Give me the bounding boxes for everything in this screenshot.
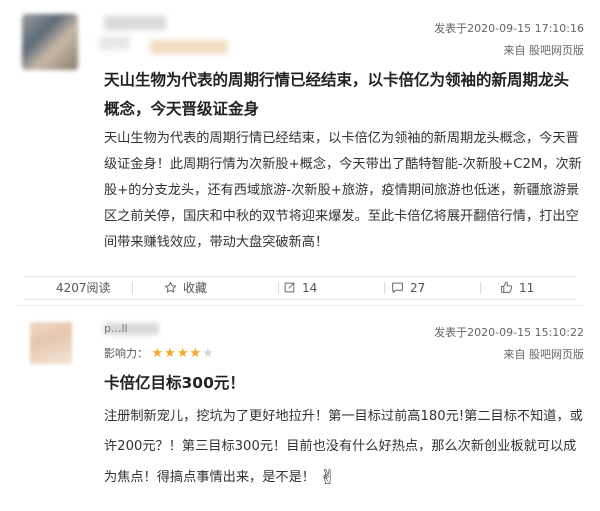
post-time: 发表于2020-09-15 15:10:22 <box>434 326 584 339</box>
post-source: 来自 股吧网页版 <box>503 44 585 57</box>
read-count: 4207阅读 <box>56 281 111 295</box>
author-name-partial[interactable]: p...ll <box>104 322 128 335</box>
star-empty-icon: ★ <box>202 346 215 361</box>
post-body: 注册制新宠儿，挖坑为了更好地拉升！第一目标过前高180元!第二目标不知道，或许2… <box>104 402 588 493</box>
post-body: 天山生物为代表的周期行情已经结束，以卡倍亿为领袖的新周期龙头概念，今天晋级证金身… <box>104 131 582 250</box>
action-divider <box>132 282 133 294</box>
star-filled-icon: ★ <box>151 346 165 361</box>
favorite-label: 收藏 <box>183 281 208 295</box>
post-divider <box>16 305 584 306</box>
victory-hand-emoji: ✌ <box>319 465 336 489</box>
post-source: 来自 股吧网页版 <box>503 348 585 361</box>
post-title[interactable]: 卡倍亿目标300元！ <box>104 370 245 396</box>
star-filled-icon: ★ <box>176 346 190 361</box>
author-avatar[interactable] <box>30 322 72 364</box>
influence-stars: ★★★★★ <box>152 346 215 361</box>
post-time: 发表于2020-09-15 17:10:16 <box>434 22 584 35</box>
influence-rating: 影响力： ★★★★★ <box>104 345 215 361</box>
author-name-redacted[interactable] <box>104 16 166 30</box>
star-outline-icon <box>164 281 177 293</box>
share-icon <box>284 282 295 293</box>
star-filled-icon: ★ <box>189 346 203 361</box>
action-divider <box>480 282 481 294</box>
like-count: 11 <box>519 281 535 295</box>
share-button[interactable]: 14 <box>283 281 317 295</box>
comment-count: 27 <box>410 281 426 295</box>
post-action-bar: 4207阅读 收藏 14 27 11 <box>24 276 576 300</box>
post-body-text: 注册制新宠儿，挖坑为了更好地拉升！第一目标过前高180元!第二目标不知道，或许2… <box>104 409 583 485</box>
star-filled-icon: ★ <box>164 346 177 361</box>
like-button[interactable]: 11 <box>500 281 534 295</box>
action-divider <box>278 282 279 294</box>
influence-label: 影响力： <box>104 347 148 360</box>
thumbs-up-icon <box>501 281 513 293</box>
share-count: 14 <box>302 281 318 295</box>
comment-button[interactable]: 27 <box>391 281 425 295</box>
author-info-redacted <box>100 36 130 50</box>
author-avatar[interactable] <box>22 14 78 70</box>
action-divider <box>384 282 385 294</box>
comment-icon <box>392 282 403 293</box>
author-badge-redacted <box>150 40 228 54</box>
post-title[interactable]: 天山生物为代表的周期行情已经结束，以卡倍亿为领袖的新周期龙头概念，今天晋级证金身 <box>104 66 584 124</box>
favorite-button[interactable]: 收藏 <box>164 281 207 295</box>
